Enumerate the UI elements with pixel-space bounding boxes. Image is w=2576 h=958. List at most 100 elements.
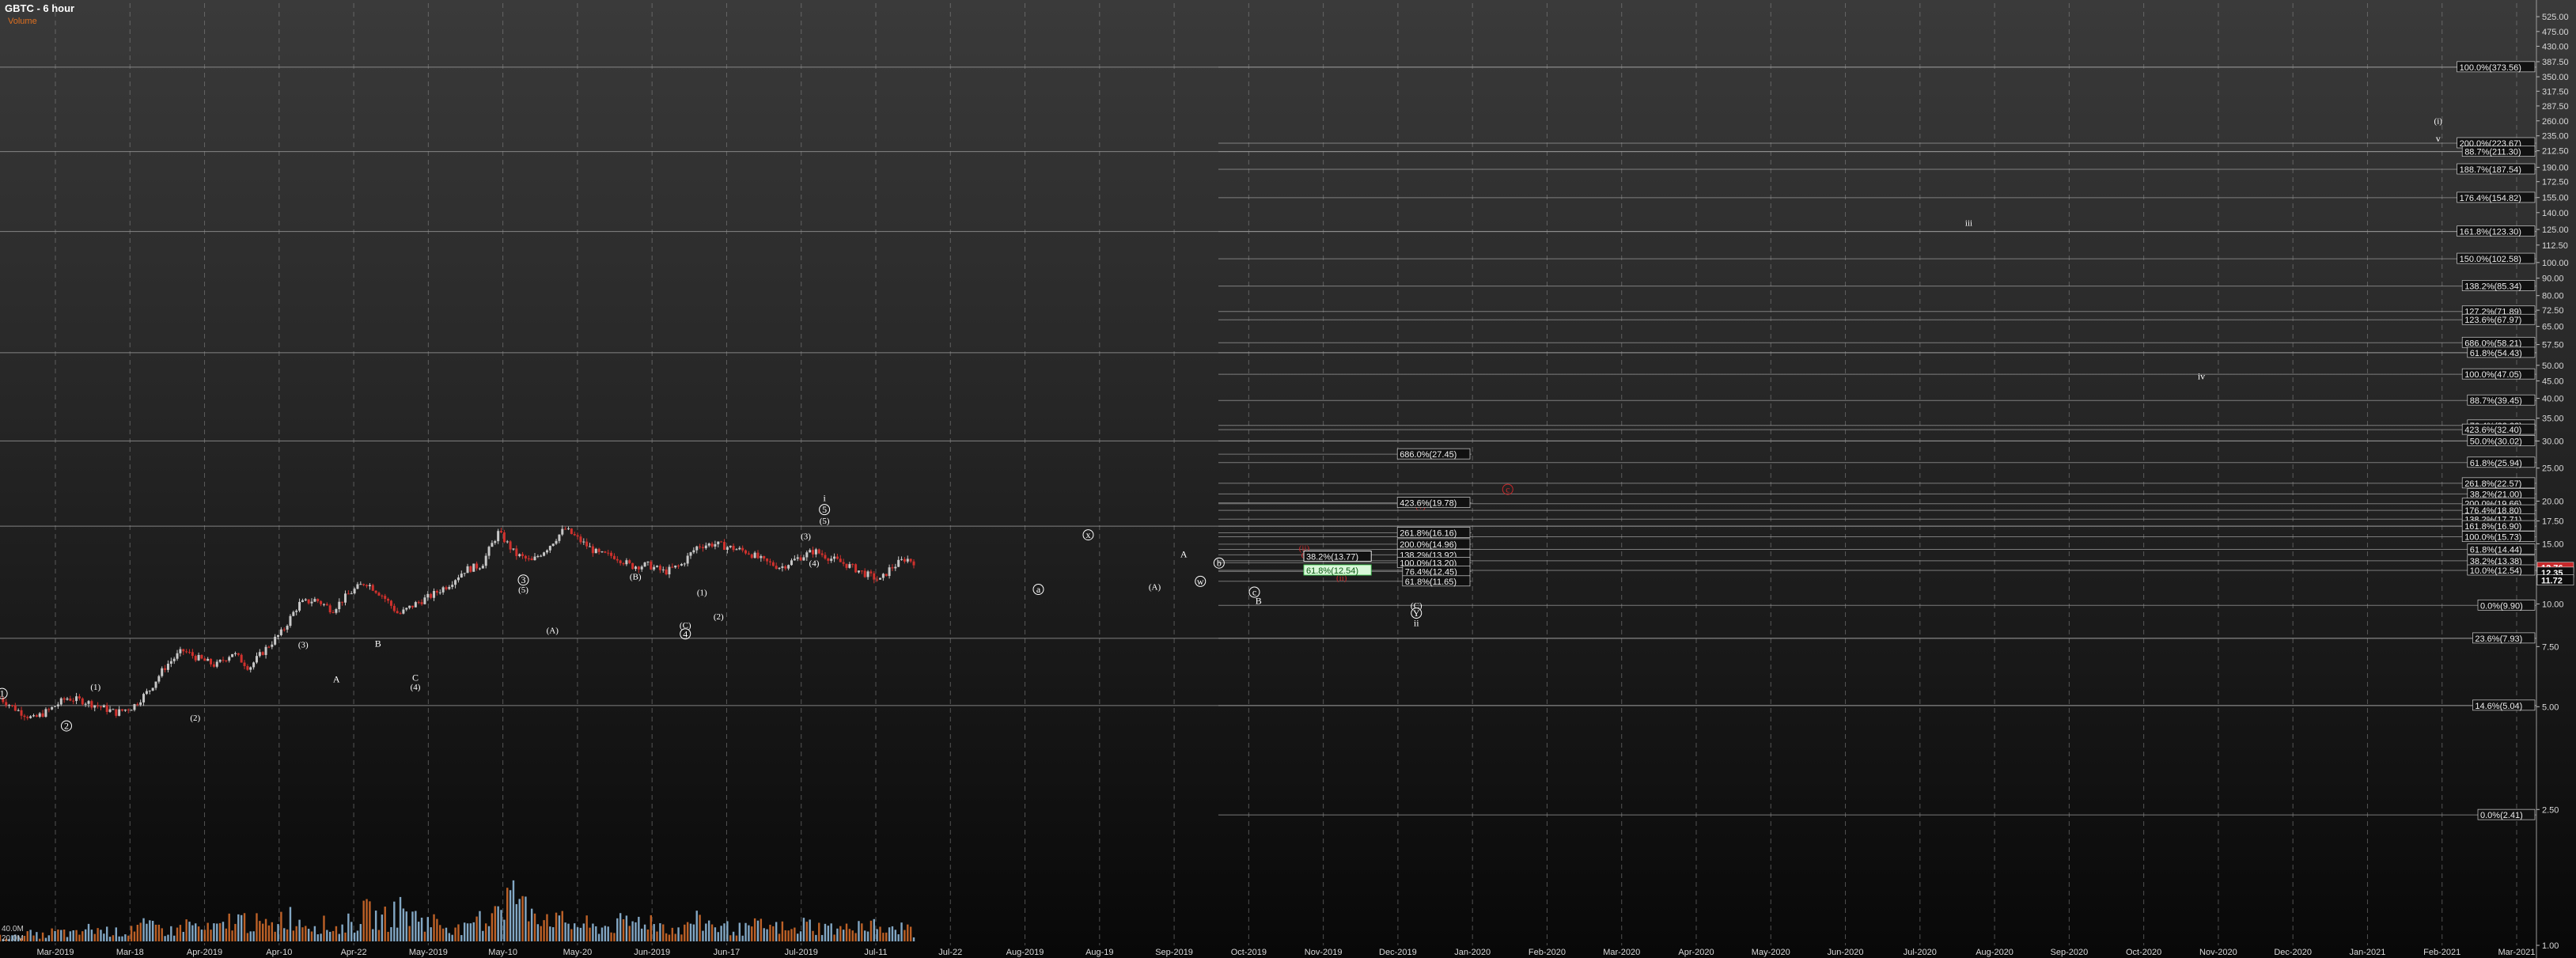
volume-bar bbox=[546, 914, 548, 941]
volume-bar bbox=[267, 925, 271, 941]
candle-body bbox=[51, 706, 54, 710]
volume-bar bbox=[879, 926, 881, 941]
candle-body bbox=[233, 653, 237, 654]
candle-body bbox=[744, 550, 748, 554]
y-tick-label: 25.00 bbox=[2542, 464, 2564, 474]
y-tick-label: 317.50 bbox=[2542, 87, 2569, 97]
volume-bar bbox=[912, 937, 915, 941]
volume-bar bbox=[75, 930, 78, 941]
volume-bar bbox=[460, 935, 463, 941]
volume-bar bbox=[858, 921, 860, 941]
volume-bar bbox=[100, 930, 102, 941]
volume-bar bbox=[295, 926, 297, 941]
volume-bar bbox=[695, 911, 698, 941]
volume-bar bbox=[735, 935, 738, 941]
volume-bar bbox=[47, 935, 51, 941]
volume-bar bbox=[619, 913, 622, 941]
y-tick-label: 80.00 bbox=[2542, 292, 2564, 301]
volume-bar bbox=[833, 934, 835, 941]
candle-body bbox=[591, 546, 594, 554]
volume-bar bbox=[674, 933, 676, 941]
volume-bar bbox=[607, 926, 609, 941]
volume-bar bbox=[377, 930, 381, 941]
candle-body bbox=[876, 579, 879, 581]
volume-bar bbox=[387, 931, 389, 941]
volume-bar bbox=[662, 924, 665, 941]
candle-body bbox=[524, 555, 527, 559]
volume-bar bbox=[182, 932, 184, 941]
volume-bar bbox=[482, 930, 484, 941]
x-tick-label: May-10 bbox=[488, 948, 517, 957]
candle-body bbox=[172, 658, 176, 661]
candle-body bbox=[169, 661, 172, 665]
candle-body bbox=[433, 591, 436, 598]
volume-bar bbox=[231, 930, 233, 941]
candle-body bbox=[833, 556, 836, 559]
candle-body bbox=[735, 549, 738, 551]
candle-body bbox=[350, 593, 353, 595]
candle-body bbox=[154, 681, 157, 688]
fib-lines bbox=[0, 66, 2536, 816]
candle-body bbox=[56, 704, 59, 706]
volume-bar bbox=[772, 926, 775, 941]
x-tick-label: Oct-2020 bbox=[2126, 948, 2161, 957]
volume-bar bbox=[845, 923, 848, 941]
y-tick-label: 1.00 bbox=[2542, 941, 2559, 951]
candle-body bbox=[600, 551, 604, 553]
volume-bar bbox=[784, 930, 786, 941]
candle-body bbox=[182, 649, 185, 652]
wave-label: A bbox=[1180, 548, 1188, 559]
candle-body bbox=[264, 646, 267, 655]
candle-body bbox=[579, 536, 582, 543]
volume-bar bbox=[216, 923, 218, 941]
volume-bar bbox=[203, 930, 206, 941]
candle-body bbox=[729, 545, 732, 547]
volume-bar bbox=[756, 920, 760, 941]
volume-bar bbox=[753, 918, 756, 941]
volume-bar bbox=[402, 908, 405, 941]
volume-bar bbox=[23, 935, 26, 941]
fib-label: 100.0%(373.56) bbox=[2460, 63, 2521, 73]
candle-body bbox=[325, 604, 328, 606]
x-tick-label: Sep-2020 bbox=[2051, 948, 2089, 957]
candle-body bbox=[344, 593, 347, 603]
candle-body bbox=[252, 662, 256, 668]
volume-bar bbox=[84, 929, 87, 941]
volume-bar bbox=[885, 932, 888, 941]
candle-body bbox=[851, 564, 854, 566]
volume-bar bbox=[528, 921, 530, 941]
volume-bar bbox=[195, 923, 197, 941]
volume-bar bbox=[839, 926, 842, 941]
wave-label: A bbox=[333, 673, 340, 684]
volume-bar bbox=[518, 899, 521, 941]
volume-bar bbox=[310, 931, 313, 941]
fib-label: 100.0%(47.05) bbox=[2464, 370, 2521, 380]
volume-bar bbox=[289, 907, 292, 941]
candle-body bbox=[802, 557, 805, 561]
y-tick-label: 235.00 bbox=[2542, 132, 2569, 142]
volume-bar bbox=[149, 920, 151, 941]
candle-body bbox=[38, 713, 41, 718]
volume-bar bbox=[350, 922, 353, 941]
wave-label: (5) bbox=[820, 517, 830, 526]
wave-label: 4 bbox=[683, 628, 688, 639]
volume-bar bbox=[234, 923, 237, 941]
wave-label: (5) bbox=[518, 585, 528, 595]
volume-bar bbox=[836, 928, 839, 941]
volume-bar bbox=[766, 929, 768, 941]
candle-body bbox=[338, 601, 341, 610]
volume-bar bbox=[689, 923, 692, 941]
candle-body bbox=[194, 656, 197, 661]
volume-bar bbox=[613, 933, 616, 941]
candle-body bbox=[814, 549, 817, 555]
candle-body bbox=[445, 587, 448, 589]
volume-bar bbox=[656, 931, 658, 941]
price-chart[interactable]: 40.0M20.0M 12(1)(2)(3)ABC(4)(5)3(A)(B)(C… bbox=[0, 0, 2576, 958]
volume-bar bbox=[115, 927, 117, 941]
candle-body bbox=[494, 541, 497, 543]
wave-label: 1 bbox=[0, 688, 5, 699]
candle-body bbox=[463, 573, 466, 574]
candle-body bbox=[515, 548, 518, 556]
volume-bar bbox=[81, 931, 84, 941]
volume-bar bbox=[63, 929, 66, 941]
